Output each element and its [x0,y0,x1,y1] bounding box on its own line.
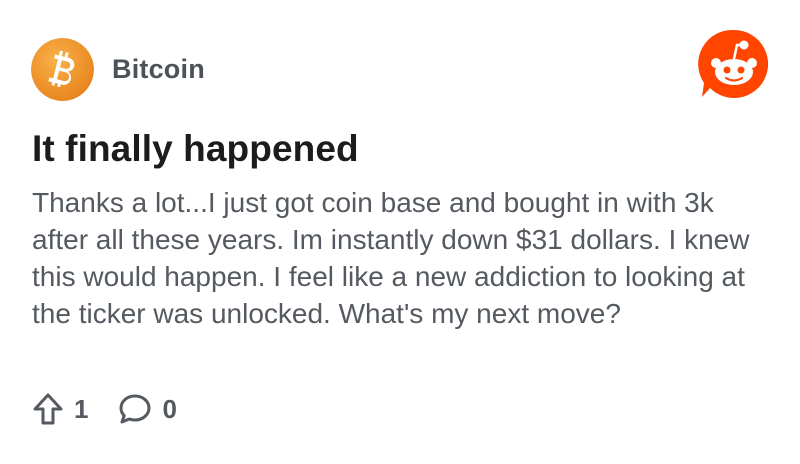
upvote-arrow-icon [33,393,63,425]
post-actions: 1 0 [32,392,207,426]
comment-bubble-icon [119,394,151,424]
post-body: Thanks a lot...I just got coin base and … [32,187,750,329]
comment-count: 0 [162,393,177,424]
post-header: Bitcoin [31,38,205,101]
comments-button[interactable]: 0 [118,393,177,425]
reddit-logo-icon [698,29,769,98]
upvote-button[interactable]: 1 [32,392,88,426]
post-card: Bitcoin It finally happened Thanks a lot… [0,0,800,464]
subreddit-name[interactable]: Bitcoin [112,54,205,85]
bitcoin-icon[interactable] [31,38,94,101]
upvote-count: 1 [74,393,89,424]
post-title[interactable]: It finally happened [32,125,359,173]
